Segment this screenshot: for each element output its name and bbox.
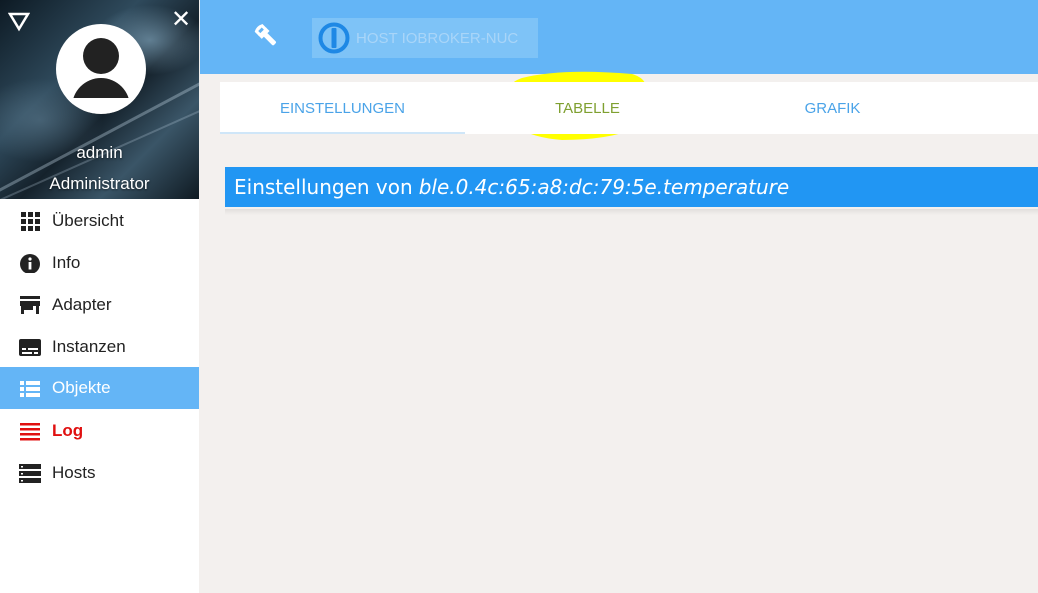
apps-grid-icon: [21, 212, 40, 231]
iobroker-logo-icon: [318, 22, 350, 54]
sidebar: ✕ admin Administrator Übersicht Info Ada…: [0, 0, 199, 593]
section-divider: [225, 209, 1038, 215]
list-icon: [20, 381, 40, 397]
host-selector[interactable]: HOST IOBROKER-NUC: [312, 18, 538, 58]
triangle-menu-icon[interactable]: [8, 10, 30, 32]
tab-tabelle[interactable]: TABELLE: [465, 82, 710, 134]
sidebar-item-label: Adapter: [52, 295, 112, 314]
sidebar-item-label: Übersicht: [52, 211, 124, 230]
sidebar-item-hosts[interactable]: Hosts: [0, 452, 199, 494]
sidebar-item-log[interactable]: Log: [0, 410, 199, 452]
sidebar-item-objekte[interactable]: Objekte: [0, 367, 199, 409]
subtitles-icon: [19, 339, 41, 356]
storage-icon: [19, 464, 41, 483]
sidebar-item-label: Log: [52, 421, 84, 440]
profile-header: ✕ admin Administrator: [0, 0, 199, 199]
section-title-prefix: Einstellungen von: [234, 175, 413, 199]
wrench-icon[interactable]: [252, 22, 280, 50]
sidebar-item-label: Info: [52, 253, 81, 272]
user-name: admin: [76, 143, 123, 162]
sidebar-item-label: Hosts: [52, 463, 96, 482]
tab-grafik[interactable]: GRAFIK: [710, 82, 955, 134]
sidebar-item-label: Objekte: [52, 378, 111, 397]
section-header: Einstellungen von ble.0.4c:65:a8:dc:79:5…: [225, 167, 1038, 207]
store-icon: [20, 296, 40, 314]
tab-bar: EINSTELLUNGEN TABELLE GRAFIK: [220, 82, 1038, 134]
sidebar-item-instanzen[interactable]: Instanzen: [0, 326, 199, 368]
avatar: [56, 24, 146, 114]
tab-einstellungen[interactable]: EINSTELLUNGEN: [220, 82, 465, 134]
sidebar-item-uebersicht[interactable]: Übersicht: [0, 200, 199, 242]
sidebar-item-label: Instanzen: [52, 337, 126, 356]
object-id: ble.0.4c:65:a8:dc:79:5e.temperature: [418, 175, 790, 199]
host-label: HOST IOBROKER-NUC: [356, 29, 519, 47]
user-role: Administrator: [49, 174, 150, 193]
info-icon: [20, 254, 40, 273]
sidebar-item-info[interactable]: Info: [0, 242, 199, 284]
close-icon[interactable]: ✕: [170, 7, 192, 31]
sidebar-item-adapter[interactable]: Adapter: [0, 284, 199, 326]
lines-icon: [20, 423, 40, 441]
